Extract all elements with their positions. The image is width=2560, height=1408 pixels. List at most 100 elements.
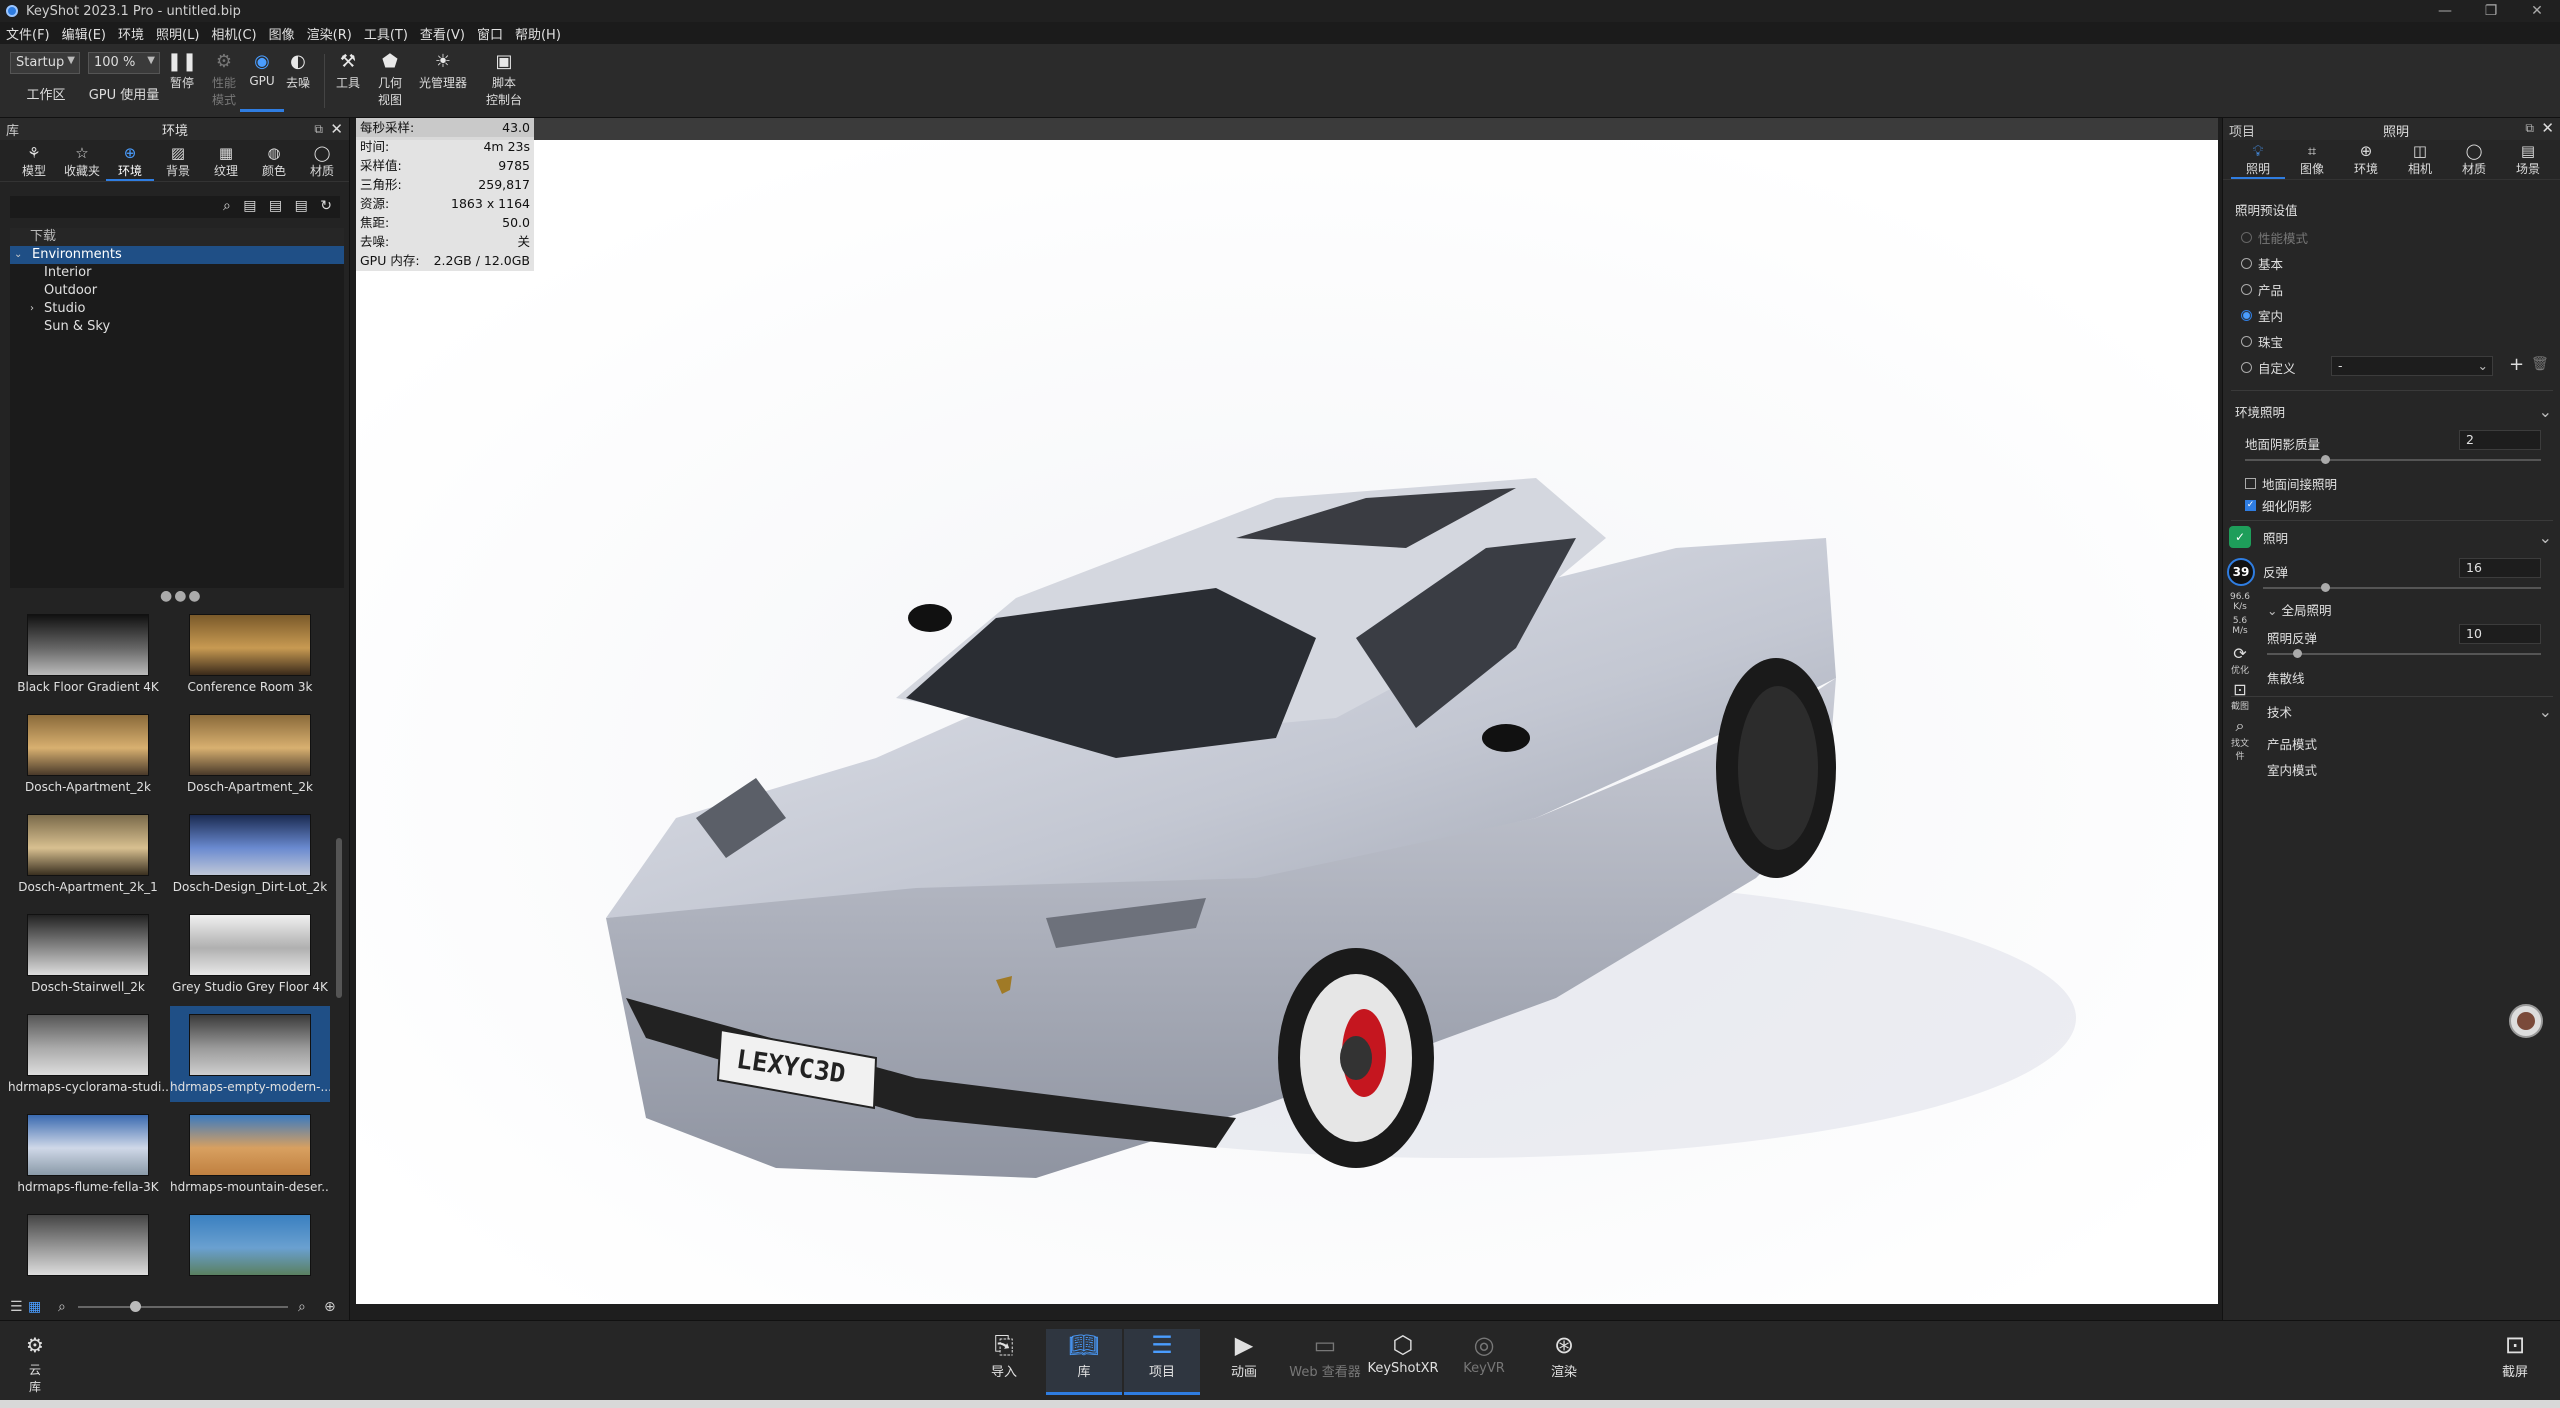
menu-render[interactable]: 渲染(R) (301, 24, 358, 43)
menu-help[interactable]: 帮助(H) (509, 24, 567, 43)
search-tool-icons[interactable]: ⌕ ▤ ▤ ▤ ↻ (223, 198, 336, 214)
chevron-down-icon[interactable]: ⌄ (2539, 402, 2552, 421)
tab-favorites[interactable]: ☆ 收藏夹 (58, 140, 106, 181)
screenshot-tool-icon[interactable]: ⊡ (2227, 680, 2253, 699)
render-button[interactable]: ⊛ 渲染 (1526, 1329, 1602, 1395)
environment-lighting-section[interactable]: 环境照明 (2235, 402, 2285, 421)
zoom-in-icon[interactable]: ⌕ (298, 1299, 306, 1315)
menu-camera[interactable]: 相机(C) (205, 24, 262, 43)
animation-button[interactable]: ▶ 动画 (1206, 1329, 1282, 1395)
add-preset-icon[interactable]: + (2509, 354, 2524, 375)
technique-section[interactable]: 技术 (2267, 702, 2292, 721)
user-avatar[interactable] (2509, 1004, 2543, 1038)
project-button[interactable]: ☰ 项目 (1124, 1329, 1200, 1395)
tab-environment[interactable]: ⊕ 环境 (2339, 140, 2393, 179)
preset-performance[interactable]: 性能模式 (2241, 228, 2308, 247)
gi-bounce-input[interactable]: 10 (2459, 624, 2541, 644)
environment-thumbnail[interactable]: Dosch-Apartment_2k (170, 706, 330, 802)
menu-window[interactable]: 窗口 (471, 24, 509, 43)
tab-scene[interactable]: ▤ 场景 (2501, 140, 2555, 179)
menu-file[interactable]: 文件(F) (0, 24, 56, 43)
ground-indirect-checkbox[interactable]: 地面间接照明 (2245, 474, 2337, 493)
screenshot-button[interactable]: ⊡ 截屏 (2480, 1329, 2550, 1395)
ground-shadow-slider[interactable] (2245, 455, 2541, 464)
environment-thumbnail[interactable]: Conference Room 3k (170, 606, 330, 702)
lighting-section[interactable]: 照明 (2263, 528, 2288, 547)
shield-check-icon[interactable]: ✓ (2229, 526, 2251, 548)
environment-thumbnail[interactable]: hdrmaps-cyclorama-studi... (8, 1006, 168, 1102)
tools-button[interactable]: ⚒ 工具 (326, 50, 370, 112)
library-search-input[interactable]: ⌕ ▤ ▤ ▤ ↻ (10, 196, 340, 218)
denoise-button[interactable]: ◐ 去噪 (276, 50, 320, 112)
environment-thumbnail[interactable] (8, 1206, 168, 1302)
bounce-slider[interactable] (2263, 583, 2541, 592)
tree-item-sun-sky[interactable]: Sun & Sky (10, 318, 344, 336)
tab-textures[interactable]: ▦ 纹理 (202, 140, 250, 181)
environment-thumbnail[interactable]: hdrmaps-flume-fella-3K (8, 1106, 168, 1202)
slider-knob[interactable] (130, 1301, 141, 1312)
tab-materials[interactable]: ◯ 材质 (298, 140, 346, 181)
close-panel-icon[interactable]: ✕ (330, 120, 343, 138)
menu-tools[interactable]: 工具(T) (358, 24, 414, 43)
environment-thumbnail[interactable]: Dosch-Apartment_2k_1 (8, 806, 168, 902)
tab-backgrounds[interactable]: ▨ 背景 (154, 140, 202, 181)
product-mode-label[interactable]: 产品模式 (2267, 734, 2317, 753)
thumbnail-size-slider[interactable] (78, 1301, 288, 1312)
chevron-right-icon[interactable]: › (30, 300, 34, 318)
slider-knob[interactable] (2321, 583, 2330, 592)
restore-button[interactable]: ❐ (2468, 0, 2514, 22)
tab-environments[interactable]: ⊕ 环境 (106, 140, 154, 181)
cloud-library-button[interactable]: ⚙ 云 库 (12, 1329, 58, 1395)
tree-item-studio[interactable]: › Studio (10, 300, 344, 318)
preset-interior[interactable]: 室内 (2241, 306, 2283, 325)
environment-thumbnail[interactable]: hdrmaps-empty-modern-... (170, 1006, 330, 1102)
float-panel-icon[interactable]: ⧉ (314, 122, 323, 137)
custom-preset-select[interactable]: - ⌄ (2331, 356, 2493, 376)
close-window-button[interactable]: ✕ (2514, 0, 2560, 22)
zoom-out-icon[interactable]: ⌕ (58, 1299, 66, 1315)
menu-lighting[interactable]: 照明(L) (150, 24, 205, 43)
render-viewport[interactable]: LEXYC3D 每秒采样: 43.0 时间: 4m 23s 采样值: 9785 三角形… (356, 118, 2218, 1304)
tab-camera[interactable]: ◫ 相机 (2393, 140, 2447, 179)
optimize-icon[interactable]: ⟳ (2227, 644, 2253, 663)
slider-knob[interactable] (2293, 649, 2302, 658)
environment-thumbnail[interactable]: Black Floor Gradient 4K (8, 606, 168, 702)
interior-mode-label[interactable]: 室内模式 (2267, 760, 2317, 779)
slider-knob[interactable] (2321, 455, 2330, 464)
menu-image[interactable]: 图像 (263, 24, 301, 43)
tree-item-interior[interactable]: Interior (10, 264, 344, 282)
menu-environment[interactable]: 环境 (112, 24, 150, 43)
script-console-button[interactable]: ▣ 脚本 控制台 (480, 50, 528, 112)
pause-button[interactable]: ❚❚ 暂停 (160, 50, 204, 112)
ground-shadow-input[interactable]: 2 (2459, 430, 2541, 450)
splitter-handle[interactable]: ●●● (160, 588, 203, 604)
menu-view[interactable]: 查看(V) (414, 24, 471, 43)
chevron-down-icon[interactable]: ⌄ (2539, 528, 2552, 547)
list-view-icon[interactable]: ☰ (10, 1299, 23, 1315)
grid-view-icon[interactable]: ▦ (28, 1299, 41, 1315)
preset-custom[interactable]: 自定义 (2241, 358, 2296, 377)
import-button[interactable]: ⎘ 导入 (966, 1329, 1042, 1395)
caustics-label[interactable]: 焦散线 (2267, 668, 2305, 687)
keyshotxr-button[interactable]: ⬡ KeyShotXR (1366, 1329, 1440, 1395)
tab-lighting[interactable]: 💡︎ 照明 (2231, 140, 2285, 179)
environment-thumbnail[interactable] (170, 1206, 330, 1302)
light-manager-button[interactable]: ☀ 光管理器 (414, 50, 472, 112)
environment-thumbnail[interactable]: hdrmaps-mountain-deser... (170, 1106, 330, 1202)
gi-bounce-slider[interactable] (2267, 649, 2541, 658)
find-file-icon[interactable]: ⌕ (2227, 716, 2253, 736)
environment-thumbnail[interactable]: Dosch-Design_Dirt-Lot_2k (170, 806, 330, 902)
geometry-view-button[interactable]: ⬟ 几何 视图 (368, 50, 412, 112)
float-panel-icon[interactable]: ⧉ (2525, 121, 2534, 136)
preset-product[interactable]: 产品 (2241, 280, 2283, 299)
add-environment-icon[interactable]: ⊕ (324, 1299, 336, 1315)
global-illumination-label[interactable]: ⌄ 全局照明 (2267, 600, 2331, 619)
tab-colors[interactable]: ◍ 颜色 (250, 140, 298, 181)
workspace-select[interactable]: Startup ▼ (10, 52, 80, 74)
library-button[interactable]: 📖︎ 库 (1046, 1329, 1122, 1395)
library-scrollbar[interactable] (336, 838, 342, 998)
delete-preset-icon[interactable]: 🗑︎ (2531, 356, 2549, 372)
environment-thumbnail[interactable]: Grey Studio Grey Floor 4K (170, 906, 330, 1002)
chevron-down-icon[interactable]: ⌄ (14, 246, 22, 264)
cpu-usage-gauge[interactable]: 39 (2227, 558, 2255, 586)
